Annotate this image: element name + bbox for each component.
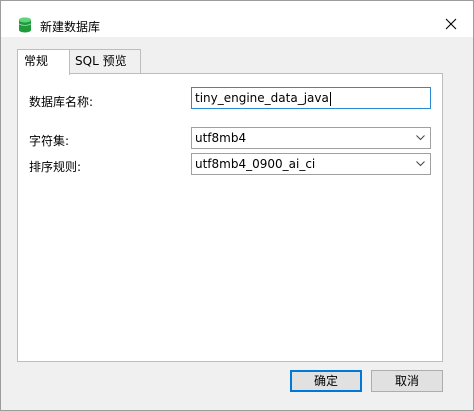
tab-general[interactable]: 常规 xyxy=(17,49,70,75)
ok-button-label: 确定 xyxy=(313,374,338,388)
db-name-label: 数据库名称: xyxy=(29,95,94,109)
tab-sql-preview-label: SQL 预览 xyxy=(75,54,127,68)
close-button[interactable] xyxy=(437,11,465,37)
general-panel: 数据库名称: tiny_engine_data_java 字符集: utf8mb… xyxy=(17,73,443,362)
database-icon xyxy=(18,17,32,33)
tab-general-label: 常规 xyxy=(24,54,49,68)
chevron-down-icon xyxy=(416,161,425,167)
collation-select[interactable]: utf8mb4_0900_ai_ci xyxy=(191,153,431,175)
cancel-button-label: 取消 xyxy=(394,374,419,388)
window-title: 新建数据库 xyxy=(40,20,101,34)
text-caret xyxy=(329,91,331,106)
tab-sql-preview[interactable]: SQL 预览 xyxy=(68,49,141,73)
collation-value: utf8mb4_0900_ai_ci xyxy=(195,157,316,171)
close-icon xyxy=(445,18,457,30)
collation-label: 排序规则: xyxy=(29,160,82,174)
dialog-window: 新建数据库 常规 SQL 预览 数据库名称: tiny_engine_data_… xyxy=(0,0,474,411)
charset-select[interactable]: utf8mb4 xyxy=(191,127,431,149)
charset-label: 字符集: xyxy=(29,134,70,148)
title-bar[interactable]: 新建数据库 xyxy=(1,1,473,37)
db-name-input[interactable]: tiny_engine_data_java xyxy=(191,87,431,109)
db-name-value: tiny_engine_data_java xyxy=(195,91,329,105)
cancel-button[interactable]: 取消 xyxy=(371,370,443,392)
charset-value: utf8mb4 xyxy=(195,131,247,145)
chevron-down-icon xyxy=(416,135,425,141)
ok-button[interactable]: 确定 xyxy=(290,370,362,392)
